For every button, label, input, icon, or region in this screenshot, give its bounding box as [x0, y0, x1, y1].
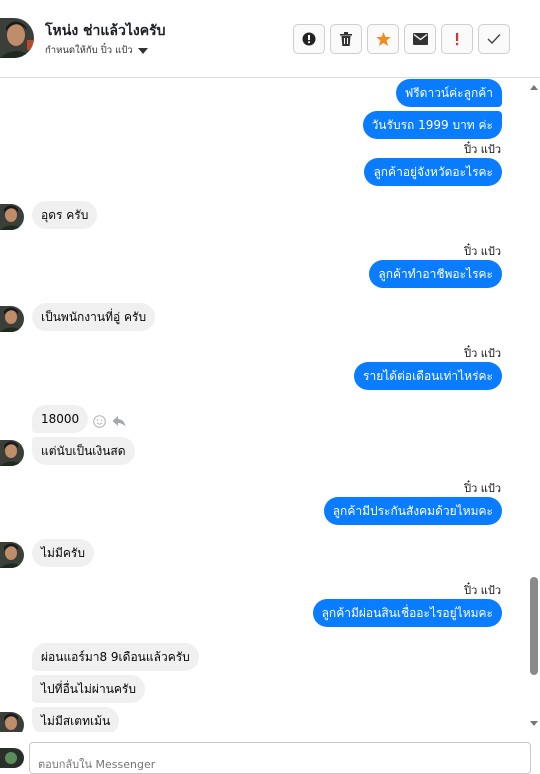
- scrollbar-thumb[interactable]: [530, 577, 538, 675]
- incoming-message[interactable]: เป็นพนักงานที่อู่ ครับ: [32, 303, 156, 331]
- sender-label: ปิ๋ว แป้ว: [464, 347, 501, 360]
- sender-label: ปิ๋ว แป้ว: [464, 584, 501, 597]
- follow-up-button[interactable]: [441, 24, 473, 54]
- scroll-down-arrow-icon[interactable]: [530, 721, 538, 726]
- outgoing-message[interactable]: ลูกค้ามีประกันสังคมด้วยไหมคะ: [323, 497, 502, 525]
- envelope-icon: [412, 33, 428, 45]
- message-actions: [93, 415, 126, 428]
- outgoing-message[interactable]: วันรับรถ 1999 บาท ค่ะ: [362, 111, 502, 139]
- incoming-message[interactable]: 18000: [32, 405, 89, 433]
- incoming-message[interactable]: ผ่อนแอร์มา8 9เดือนแล้วครับ: [32, 643, 199, 671]
- sender-label: ปิ๋ว แป้ว: [464, 245, 501, 258]
- incoming-message[interactable]: ไม่มีสเตทเม้น: [32, 707, 120, 732]
- incoming-message[interactable]: อุดร ครับ: [32, 201, 98, 229]
- conversation-toolbar: [293, 24, 510, 54]
- check-icon: [487, 34, 501, 45]
- outgoing-message[interactable]: ลูกค้าอยู่จังหวัดอะไรคะ: [364, 158, 502, 186]
- incoming-message[interactable]: ไม่มีครับ: [32, 539, 94, 567]
- react-emoji-icon[interactable]: [93, 415, 106, 428]
- outgoing-message[interactable]: ฟรีดาวน์ค่ะลูกค้า: [395, 79, 502, 107]
- chat-scrollbar[interactable]: [528, 79, 540, 732]
- outgoing-message[interactable]: ลูกค้ามีผ่อนสินเชื่ออะไรอยู่ไหมคะ: [312, 599, 502, 627]
- assignee-label: กำหนดให้กับ ปิ๋ว แป้ว: [45, 45, 133, 56]
- message-thread[interactable]: ฟรีดาวน์ค่ะลูกค้า วันรับรถ 1999 บาท ค่ะ …: [0, 79, 527, 732]
- scroll-up-arrow-icon[interactable]: [530, 85, 538, 90]
- contact-avatar[interactable]: [0, 18, 34, 58]
- page-avatar: [0, 748, 24, 768]
- mark-spam-button[interactable]: [293, 24, 325, 54]
- trash-icon: [340, 32, 352, 46]
- contact-name: โหน่ง ช่าแล้วไงครับ: [45, 23, 166, 39]
- contact-avatar: [0, 306, 24, 332]
- star-icon: [375, 32, 391, 46]
- incoming-message[interactable]: แต่นับเป็นเงินสด: [32, 437, 135, 465]
- mark-unread-button[interactable]: [404, 24, 436, 54]
- star-button[interactable]: [367, 24, 399, 54]
- reply-icon[interactable]: [112, 415, 126, 428]
- contact-avatar: [0, 204, 24, 230]
- contact-avatar: [0, 712, 24, 732]
- outgoing-message[interactable]: ลูกค้าทำอาชีพอะไรคะ: [369, 260, 502, 288]
- alert-circle-icon: [302, 32, 316, 46]
- chevron-down-icon: [137, 47, 148, 54]
- assignee-dropdown[interactable]: กำหนดให้กับ ปิ๋ว แป้ว: [45, 43, 148, 58]
- incoming-message[interactable]: ไปที่อื่นไม่ผ่านครับ: [32, 675, 145, 703]
- delete-button[interactable]: [330, 24, 362, 54]
- exclamation-icon: [456, 33, 459, 46]
- reply-input[interactable]: [29, 742, 531, 774]
- contact-avatar: [0, 440, 24, 466]
- conversation-header: โหน่ง ช่าแล้วไงครับ กำหนดให้กับ ปิ๋ว แป้…: [0, 0, 540, 78]
- sender-label: ปิ๋ว แป้ว: [464, 482, 501, 495]
- mark-done-button[interactable]: [478, 24, 510, 54]
- contact-avatar: [0, 542, 24, 568]
- outgoing-message[interactable]: รายได้ต่อเดือนเท่าไหร่คะ: [354, 362, 502, 390]
- sender-label: ปิ๋ว แป้ว: [464, 143, 501, 156]
